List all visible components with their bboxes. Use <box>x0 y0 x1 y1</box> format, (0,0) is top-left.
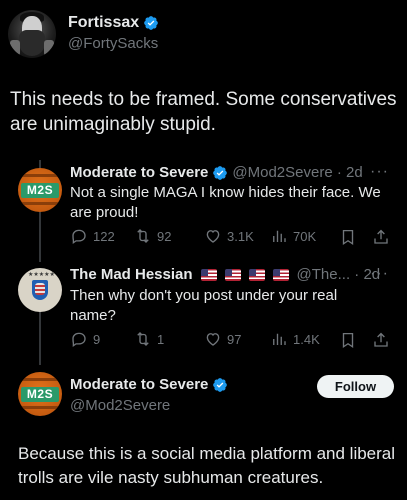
quoted-1-header: Moderate to Severe @Mod2Severe · 2d <box>70 164 363 181</box>
reply-button[interactable]: 9 <box>70 330 100 348</box>
hessian-lion-icon <box>35 283 45 295</box>
quoted-2-name[interactable]: The Mad Hessian <box>70 266 193 283</box>
author-name-row[interactable]: Fortissax <box>68 14 159 32</box>
quoted-avatar-m2s[interactable]: M2S <box>18 168 62 212</box>
author-avatar[interactable] <box>8 10 56 58</box>
quoted-1-actions: 122 92 3.1K 70K <box>70 227 395 247</box>
us-flag-icon <box>248 268 265 281</box>
us-flag-icon <box>200 268 217 281</box>
crown-stars-icon: ★★★★★ <box>28 272 55 278</box>
quoted-2-handle-time[interactable]: @The... · 2d <box>297 266 381 283</box>
follow-button[interactable]: Follow <box>317 375 394 398</box>
avatar-logo-text: M2S <box>21 183 59 198</box>
heart-icon <box>206 230 220 243</box>
reply-count: 9 <box>93 331 101 347</box>
post-text: This needs to be framed. Some conservati… <box>10 89 397 135</box>
repost-button[interactable]: 92 <box>134 227 171 245</box>
views-count: 70K <box>293 228 317 244</box>
more-options-icon[interactable]: ··· <box>370 265 389 283</box>
repost-count: 92 <box>157 228 172 244</box>
quoted-2-header: The Mad Hessian @The... · 2d <box>70 266 380 283</box>
views-chart-icon <box>273 230 286 242</box>
views-button[interactable]: 70K <box>270 227 316 245</box>
reply-text: Because this is a social media platform … <box>18 444 396 487</box>
bookmark-icon[interactable] <box>339 228 357 246</box>
quoted-1-text: Not a single MAGA I know hides their fac… <box>70 184 381 221</box>
views-count: 1.4K <box>293 331 320 347</box>
quoted-1-handle-time[interactable]: @Mod2Severe · 2d <box>232 164 362 181</box>
thread-line <box>39 310 41 365</box>
verified-badge-icon <box>144 16 158 30</box>
like-button[interactable]: 3.1K <box>204 227 254 245</box>
views-button[interactable]: 1.4K <box>270 330 320 348</box>
author-handle[interactable]: @FortySacks <box>68 35 158 52</box>
repost-icon <box>137 332 149 346</box>
us-flag-icon <box>272 268 289 281</box>
reply-handle[interactable]: @Mod2Severe <box>70 397 170 414</box>
bookmark-icon[interactable] <box>339 331 357 349</box>
thread-line <box>39 210 41 262</box>
avatar-logo-text: M2S <box>21 387 59 402</box>
reply-icon <box>72 229 86 245</box>
heart-icon <box>206 333 220 346</box>
reply-count: 122 <box>93 228 115 244</box>
quoted-1-name[interactable]: Moderate to Severe <box>70 164 208 181</box>
reply-name[interactable]: Moderate to Severe <box>70 376 208 393</box>
share-icon[interactable] <box>372 331 390 349</box>
views-chart-icon <box>273 333 286 345</box>
reply-header: Moderate to Severe <box>70 376 228 393</box>
quoted-avatar-hessian[interactable]: ★★★★★ <box>18 268 62 312</box>
repost-icon <box>137 229 149 243</box>
like-button[interactable]: 97 <box>204 330 241 348</box>
verified-badge-icon <box>213 165 228 180</box>
reply-icon <box>72 332 86 348</box>
repost-button[interactable]: 1 <box>134 330 164 348</box>
repost-count: 1 <box>157 331 165 347</box>
quoted-2-text: Then why don't you post under your real … <box>70 287 338 324</box>
like-count: 3.1K <box>227 228 254 244</box>
more-options-icon[interactable]: ··· <box>370 163 389 181</box>
verified-badge-icon <box>213 377 228 392</box>
reply-avatar-m2s[interactable]: M2S <box>18 372 62 416</box>
us-flag-icon <box>224 268 241 281</box>
reply-button[interactable]: 122 <box>70 227 115 245</box>
like-count: 97 <box>227 331 242 347</box>
share-icon[interactable] <box>372 228 390 246</box>
quoted-2-actions: 9 1 97 1.4K <box>70 330 395 350</box>
author-name[interactable]: Fortissax <box>68 14 139 32</box>
